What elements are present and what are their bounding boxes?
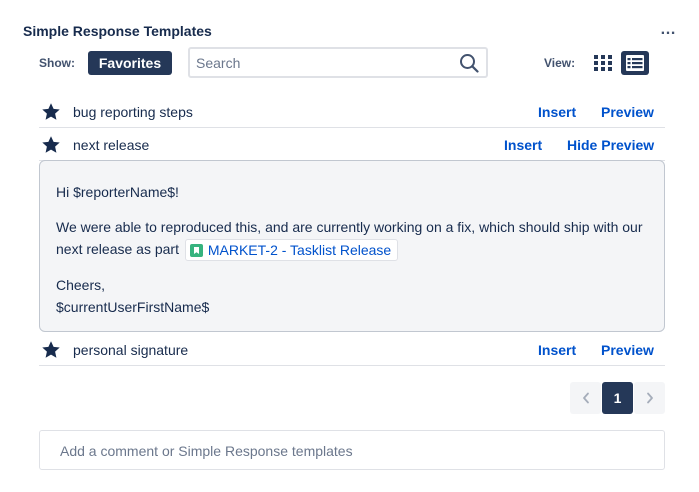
chevron-left-icon (582, 392, 589, 404)
comment-placeholder: Add a comment or Simple Response templat… (60, 443, 353, 459)
preview-button[interactable]: Preview (601, 342, 654, 358)
preview-greeting: Hi $reporterName$! (56, 184, 179, 200)
template-name: bug reporting steps (73, 104, 193, 120)
search-icon[interactable] (459, 53, 479, 73)
page-number-button[interactable]: 1 (602, 382, 633, 414)
show-label: Show: (39, 56, 75, 70)
hide-preview-button[interactable]: Hide Preview (567, 137, 654, 153)
preview-closing-line-2: $currentUserFirstName$ (56, 299, 210, 316)
template-row-next-release: next release Insert Hide Preview (39, 128, 665, 161)
list-view-button[interactable] (621, 51, 649, 75)
story-icon (189, 243, 203, 257)
comment-input[interactable]: Add a comment or Simple Response templat… (39, 430, 665, 470)
more-options-icon[interactable]: … (660, 22, 677, 38)
insert-button[interactable]: Insert (504, 137, 542, 153)
preview-button[interactable]: Preview (601, 104, 654, 120)
search-input[interactable] (196, 54, 446, 72)
issue-link-text: MARKET-2 - Tasklist Release (207, 242, 392, 259)
template-row-bug-reporting-steps: bug reporting steps Insert Preview (39, 95, 665, 128)
previous-page-button[interactable] (570, 382, 601, 414)
search-field[interactable] (188, 47, 488, 78)
template-row-personal-signature: personal signature Insert Preview (39, 333, 665, 366)
chevron-right-icon (646, 392, 653, 404)
star-icon[interactable] (41, 340, 61, 360)
star-icon[interactable] (41, 135, 61, 155)
star-icon[interactable] (41, 102, 61, 122)
grid-view-icon (594, 55, 612, 71)
grid-view-button[interactable] (591, 51, 615, 75)
issue-link[interactable]: MARKET-2 - Tasklist Release (184, 239, 399, 262)
view-label: View: (544, 56, 576, 70)
template-name: next release (73, 137, 150, 153)
template-name: personal signature (73, 342, 189, 358)
insert-button[interactable]: Insert (538, 104, 576, 120)
preview-closing: Cheers, $currentUserFirstName$ (56, 274, 648, 318)
next-page-button[interactable] (634, 382, 665, 414)
preview-closing-line-1: Cheers, (56, 277, 106, 294)
list-view-icon (626, 55, 644, 71)
preview-body: We were able to reproduced this, and are… (56, 216, 648, 262)
page-title: Simple Response Templates (23, 23, 212, 39)
insert-button[interactable]: Insert (538, 342, 576, 358)
template-preview-panel: Hi $reporterName$! We were able to repro… (39, 160, 665, 332)
favorites-button[interactable]: Favorites (88, 51, 172, 75)
